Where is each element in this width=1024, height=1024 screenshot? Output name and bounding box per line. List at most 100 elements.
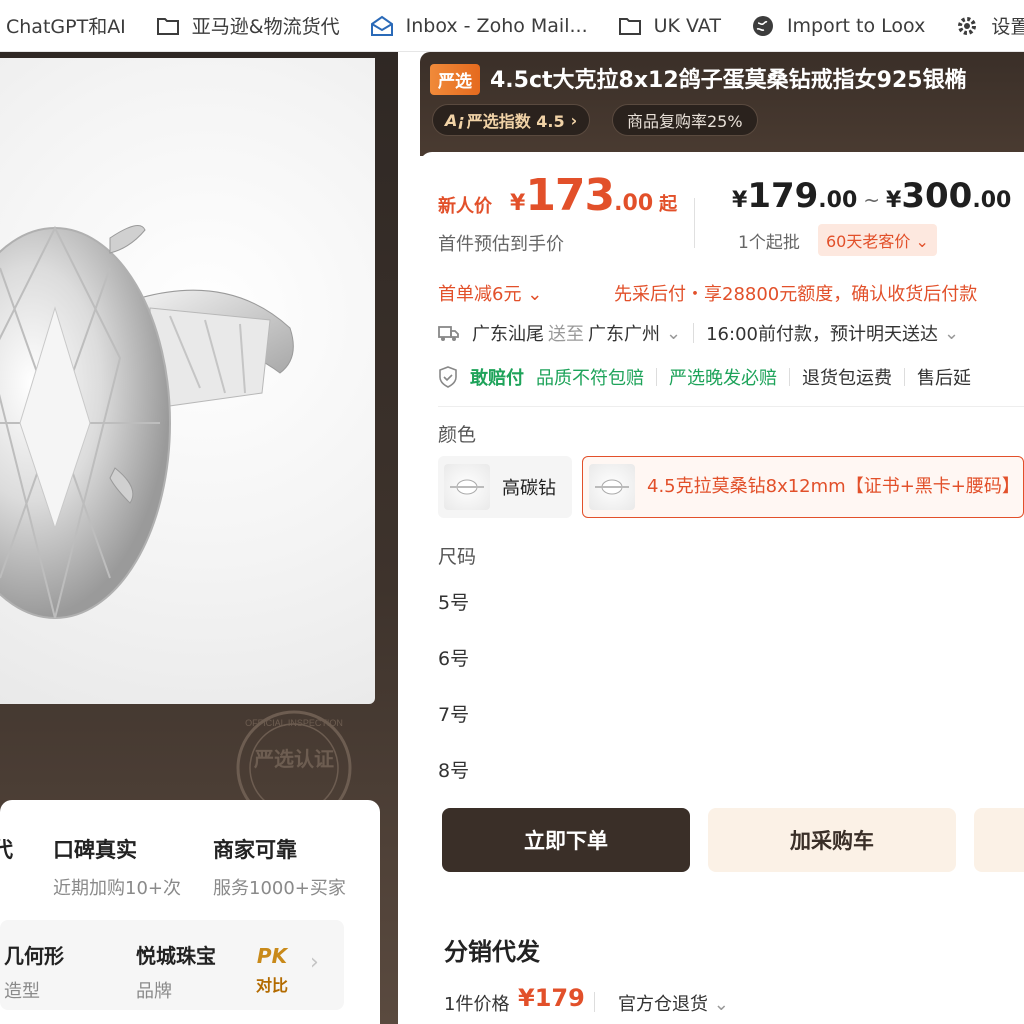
guarantee-quality: 品质不符包赔	[536, 368, 644, 389]
size-option[interactable]: 7号	[438, 700, 469, 727]
ring-illustration	[0, 225, 294, 619]
badge-title: 代	[0, 838, 13, 862]
divider	[693, 323, 695, 343]
size-option[interactable]: 8号	[438, 756, 469, 783]
min-order-quantity: 1个起批	[738, 233, 800, 253]
bookmark-label: 设置	[991, 16, 1024, 38]
bookmark-label: Import to Loox	[786, 14, 926, 37]
color-option-moissanite-selected[interactable]: 4.5克拉莫桑钻8x12mm【证书+黑卡+腰码】	[582, 456, 1024, 518]
returning-customer-price-button[interactable]: 60天老客价 ⌄	[818, 224, 937, 256]
size-label: 尺码	[438, 546, 477, 568]
badge-reliable-merchant: 商家可靠 服务1000+买家	[213, 834, 346, 900]
delivery-eta: 16:00前付款，预计明天送达	[706, 324, 938, 345]
folder-icon	[156, 17, 179, 35]
color-option-high-carbon[interactable]: 高碳钻	[438, 456, 572, 518]
badge-partial: 代	[0, 834, 13, 864]
order-now-button[interactable]: 立即下单	[442, 808, 690, 872]
stamp-center-text: 严选认证	[253, 747, 334, 771]
badge-title: 商家可靠	[213, 838, 297, 862]
price-decimal: .00	[972, 188, 1012, 213]
folder-icon	[618, 17, 641, 35]
inspection-stamp: OFFICIAL INSPECTION 严选认证	[236, 710, 352, 804]
price-decimal: .00	[614, 191, 654, 216]
gear-icon	[958, 16, 977, 35]
currency-symbol: ¥	[732, 188, 748, 213]
ai-index-pill[interactable]: A¡ 严选指数 4.5 ›	[432, 104, 591, 136]
shipping-row: 广东汕尾 送至 广东广州 ⌄ 16:00前付款，预计明天送达 ⌄	[438, 320, 959, 346]
chevron-down-icon: ⌄	[943, 322, 960, 344]
currency-symbol: ¥	[510, 191, 526, 216]
distribution-title: 分销代发	[444, 938, 540, 966]
selected-tag: 严选	[430, 64, 480, 95]
guarantees-row[interactable]: 敢赔付 品质不符包赔 严选晚发必赔 退货包运费 售后延	[438, 364, 971, 390]
range-separator: ~	[863, 188, 881, 212]
product-header: 严选 4.5ct大克拉8x12鸽子蛋莫桑钻戒指女925银椭 A¡ 严选指数 4.…	[420, 52, 1024, 156]
add-to-cart-button[interactable]: 加采购车	[708, 808, 956, 872]
first-order-discount[interactable]: 首单减6元 ⌄	[438, 280, 542, 306]
pay-later-promo[interactable]: 先采后付・享28800元额度，确认收货后付款	[614, 280, 977, 306]
ai-index-label: 严选指数 4.5	[466, 112, 565, 131]
stamp-ring-text: OFFICIAL INSPECTION	[245, 718, 343, 728]
badge-subtitle: 近期加购10+次	[53, 878, 181, 899]
guarantee-return-shipping: 退货包运费	[802, 368, 892, 389]
bookmark-import-loox[interactable]: Import to Loox	[751, 0, 925, 52]
new-customer-price: ¥173.00 起	[510, 170, 677, 221]
distribution-card: 分销代发 1件价格 ¥179 官方仓退货 ⌄	[420, 908, 1024, 1024]
price-decimal: .00	[818, 188, 858, 213]
currency-symbol: ¥	[886, 188, 902, 213]
divider	[904, 368, 905, 386]
pk-compare-button[interactable]: PK 对比	[256, 944, 288, 996]
size-option[interactable]: 5号	[438, 588, 469, 615]
ship-to-select[interactable]: 广东广州	[588, 320, 660, 346]
chevron-right-icon: ›	[570, 110, 578, 130]
price-integer: 173	[525, 170, 615, 221]
guarantee-late-shipping: 严选晚发必赔	[669, 368, 777, 389]
option-label: 高碳钻	[502, 478, 556, 499]
guarantee-after-sale: 售后延	[917, 368, 971, 389]
option-thumbnail	[589, 464, 635, 510]
divider	[656, 368, 657, 386]
badge-reputation: 口碑真实 近期加购10+次	[53, 834, 181, 900]
returning-customer-label: 60天老客价	[826, 232, 911, 251]
compare-attr-value: 悦城珠宝	[136, 944, 216, 968]
compare-bar[interactable]: 几何形 造型 悦城珠宝 品牌 PK 对比 ›	[0, 920, 344, 1010]
compare-attr-label: 造型	[4, 981, 40, 1002]
shield-icon	[439, 366, 457, 388]
bookmark-label: Inbox - Zoho Mail...	[405, 14, 588, 37]
option-label: 4.5克拉莫桑钻8x12mm【证书+黑卡+腰码】	[647, 476, 1020, 497]
product-image[interactable]	[0, 58, 375, 704]
distribution-price-label: 1件价格	[444, 994, 510, 1015]
pk-label: PK	[256, 944, 288, 968]
wholesale-price-range: ¥179.00 ~ ¥300.00	[732, 176, 1011, 216]
divider	[438, 406, 1024, 407]
more-action-button[interactable]	[974, 808, 1024, 872]
bookmark-settings[interactable]: 设置	[955, 0, 1024, 52]
chevron-down-icon: ⌄	[713, 994, 729, 1015]
badge-subtitle: 服务1000+买家	[213, 878, 346, 899]
mail-icon	[370, 15, 393, 36]
chevron-down-icon: ⌄	[666, 322, 682, 344]
ship-to-label: 送至	[548, 324, 584, 345]
size-option[interactable]: 6号	[438, 644, 469, 671]
bookmarks-bar: ChatGPT和AI 亚马逊&物流货代 Inbox - Zoho Mail...…	[0, 0, 1024, 52]
bookmark-amazon-logistics[interactable]: 亚马逊&物流货代	[156, 0, 340, 52]
guarantee-compensation: 敢赔付	[470, 368, 524, 389]
warehouse-label: 官方仓退货	[618, 994, 708, 1015]
bookmark-label: 亚马逊&物流货代	[191, 16, 340, 38]
bookmark-label: ChatGPT和AI	[6, 16, 126, 38]
compare-attr-brand: 悦城珠宝 品牌	[136, 940, 216, 1003]
bookmark-zoho-mail[interactable]: Inbox - Zoho Mail...	[370, 0, 588, 52]
bookmark-chatgpt[interactable]: ChatGPT和AI	[6, 0, 126, 52]
warehouse-return-select[interactable]: 官方仓退货 ⌄	[618, 990, 729, 1016]
estimated-price-note: 首件预估到手价	[438, 234, 564, 255]
bookmark-label: UK VAT	[653, 14, 721, 37]
compare-attr-label: 品牌	[136, 981, 172, 1002]
truck-icon	[438, 326, 459, 341]
product-title: 4.5ct大克拉8x12鸽子蛋莫桑钻戒指女925银椭	[490, 68, 967, 93]
bookmark-uk-vat[interactable]: UK VAT	[618, 0, 721, 52]
repurchase-rate-pill: 商品复购率25%	[612, 104, 758, 136]
purchase-card: 新人价 ¥173.00 起 首件预估到手价 ¥179.00 ~ ¥300.00 1个起…	[420, 152, 1024, 892]
divider	[594, 992, 595, 1012]
distribution-price: ¥179	[518, 984, 585, 1012]
new-customer-price-label: 新人价	[438, 196, 492, 217]
